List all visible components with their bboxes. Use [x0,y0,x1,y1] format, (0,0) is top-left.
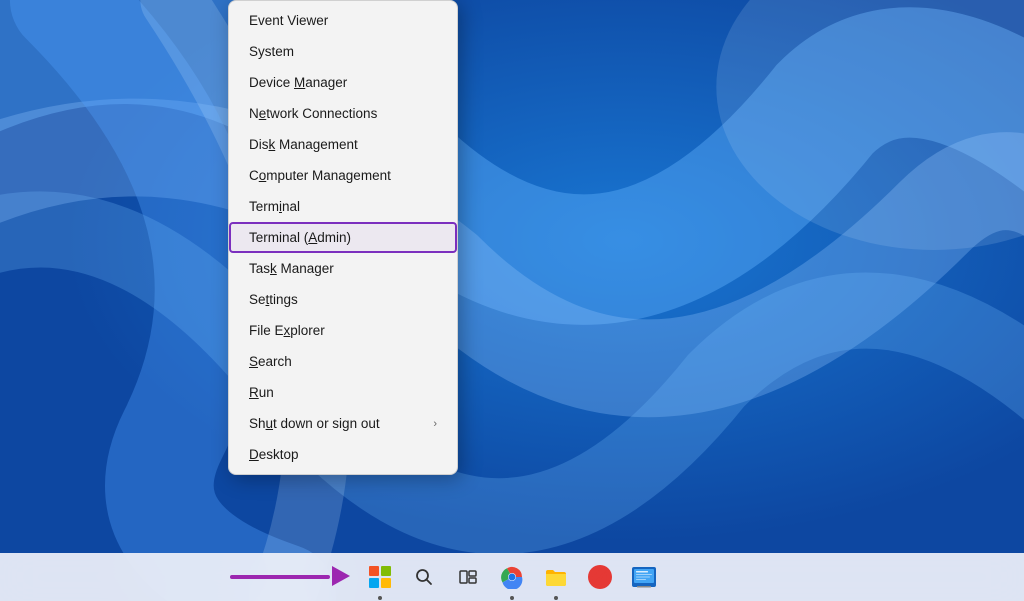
menu-item-search[interactable]: Search [229,346,457,377]
menu-item-task-manager[interactable]: Task Manager [229,253,457,284]
menu-item-label: Network Connections [249,106,377,121]
chrome-icon [500,565,524,589]
menu-item-label: Shut down or sign out [249,416,380,431]
menu-item-label: Run [249,385,274,400]
menu-item-settings[interactable]: Settings [229,284,457,315]
windows-logo [369,566,391,588]
arrow-head [332,566,350,586]
taskbar-app5-button[interactable]: 💋 [580,557,620,597]
menu-item-label: Computer Management [249,168,391,183]
taskbar-fileexplorer-button[interactable] [536,557,576,597]
win-logo-blue [369,578,379,588]
start-button[interactable] [360,557,400,597]
menu-item-label: Terminal [249,199,300,214]
menu-item-label: Disk Management [249,137,358,152]
desktop: Event Viewer System Device Manager Network … [0,0,1024,601]
menu-item-run[interactable]: Run [229,377,457,408]
taskbar-app6-button[interactable] [624,557,664,597]
context-menu: Event Viewer System Device Manager Network … [228,0,458,475]
menu-item-label: Task Manager [249,261,334,276]
menu-item-label: System [249,44,294,59]
start-dot [378,596,382,600]
menu-item-event-viewer[interactable]: Event Viewer [229,5,457,36]
search-icon [414,567,434,587]
app5-icon: 💋 [587,564,613,590]
menu-item-label: Device Manager [249,75,347,90]
menu-item-label: File Explorer [249,323,325,338]
menu-item-terminal-admin[interactable]: Terminal (Admin) [229,222,457,253]
menu-item-network-connections[interactable]: Network Connections [229,98,457,129]
wallpaper [0,0,1024,601]
menu-item-file-explorer[interactable]: File Explorer [229,315,457,346]
menu-item-label: Terminal (Admin) [249,230,351,245]
menu-item-disk-management[interactable]: Disk Management [229,129,457,160]
app6-icon [631,564,657,590]
taskbar-chrome-button[interactable] [492,557,532,597]
menu-item-label: Settings [249,292,298,307]
arrow-shaft [230,575,330,579]
menu-item-system[interactable]: System [229,36,457,67]
menu-item-computer-management[interactable]: Computer Management [229,160,457,191]
taskview-icon [458,567,478,587]
folder-icon [544,566,568,588]
explorer-dot [554,596,558,600]
menu-item-label: Search [249,354,292,369]
menu-item-device-manager[interactable]: Device Manager [229,67,457,98]
taskbar: 💋 [0,553,1024,601]
win-logo-yellow [381,578,391,588]
menu-item-label: Event Viewer [249,13,328,28]
start-button-arrow [230,561,350,591]
submenu-chevron: › [433,418,437,430]
taskbar-search-button[interactable] [404,557,444,597]
menu-item-shut-down[interactable]: Shut down or sign out › [229,408,457,439]
win-logo-green [381,566,391,576]
menu-item-desktop[interactable]: Desktop [229,439,457,470]
taskbar-taskview-button[interactable] [448,557,488,597]
chrome-dot [510,596,514,600]
svg-text:💋: 💋 [591,569,608,586]
menu-item-label: Desktop [249,447,299,462]
win-logo-red [369,566,379,576]
menu-item-terminal[interactable]: Terminal [229,191,457,222]
